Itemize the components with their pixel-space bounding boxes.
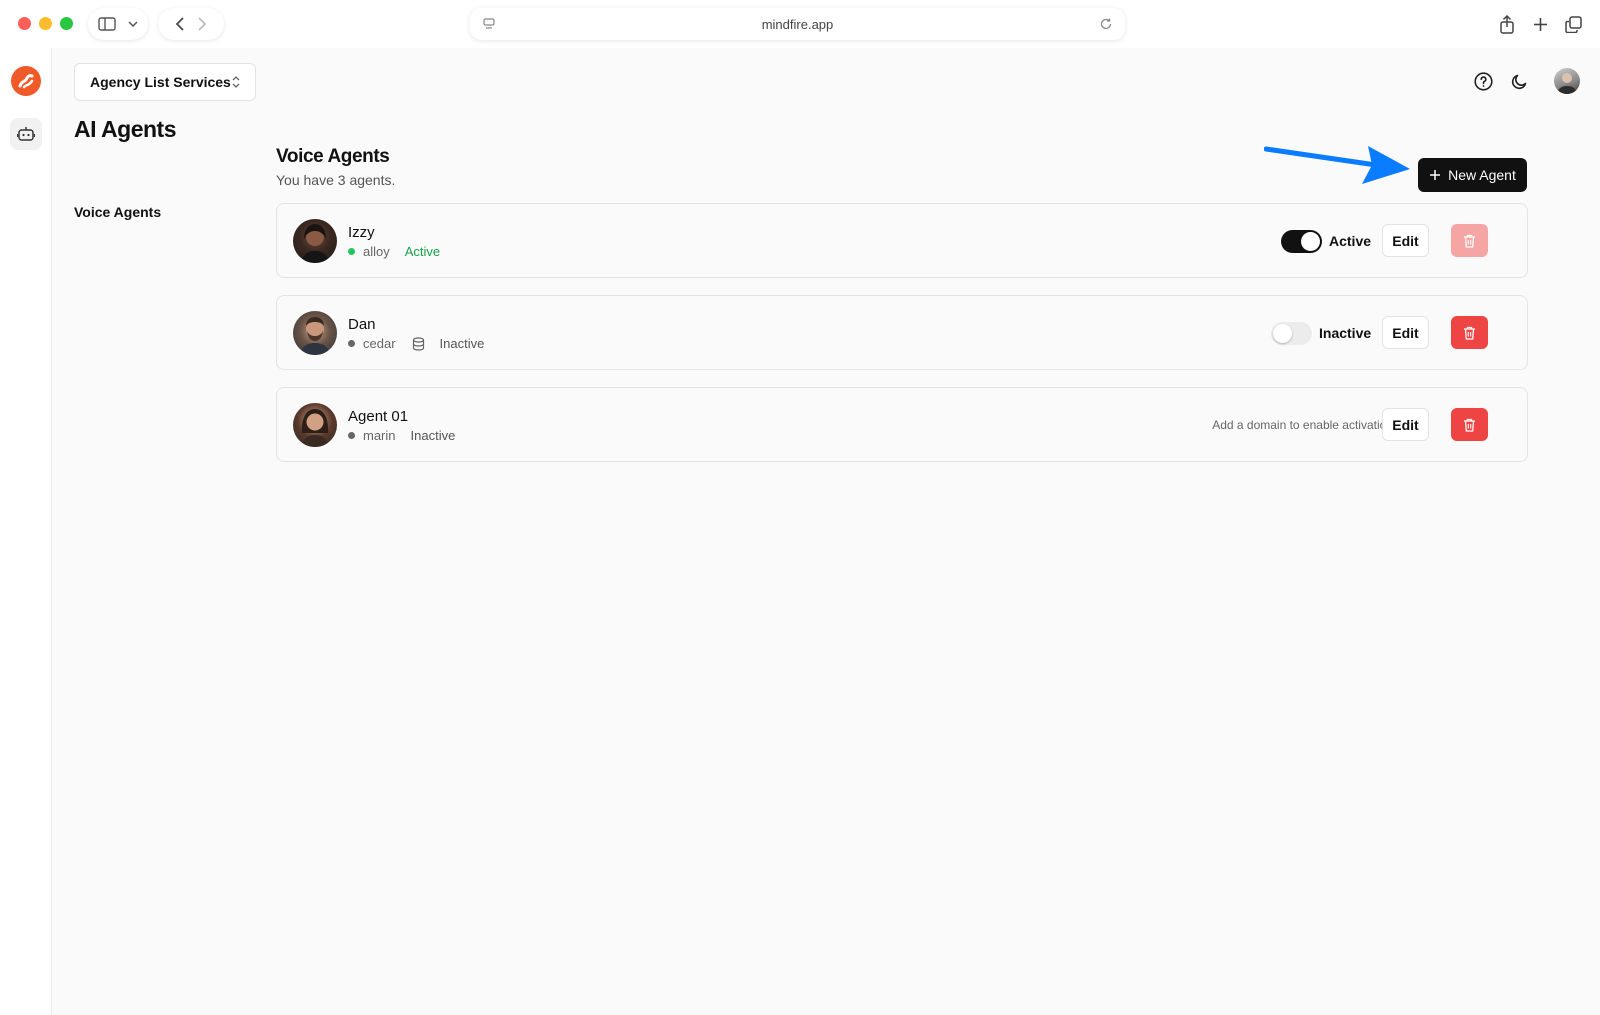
trash-icon [1464,326,1475,340]
back-icon[interactable] [175,16,185,32]
edit-agent-button[interactable]: Edit [1382,408,1429,441]
agent-status: Inactive [439,336,485,351]
voice-status-dot [348,432,355,439]
agent-card: Izzy alloy Active Active Edit [276,203,1528,278]
theme-toggle-button[interactable] [1508,70,1530,92]
tab-overview-button[interactable] [1563,14,1583,34]
agent-photo [300,317,330,355]
annotation-arrow [1264,146,1410,184]
chevron-down-icon [128,21,138,27]
mindfire-logo[interactable] [11,66,41,96]
side-nav-voice-agents[interactable]: Voice Agents [74,204,161,220]
agent-name: Izzy [348,224,375,241]
agent-voice: cedar [363,336,396,351]
help-button[interactable] [1472,70,1494,92]
new-agent-button[interactable]: New Agent [1418,158,1527,192]
browser-toolbar: mindfire.app [0,0,1600,48]
section-title: Voice Agents [276,146,390,167]
new-tab-button[interactable] [1530,14,1550,34]
agent-avatar [293,311,337,355]
share-button[interactable] [1497,14,1517,34]
database-icon [412,336,425,351]
voice-status-dot [348,248,355,255]
agent-meta: cedar Inactive [348,336,484,351]
agent-active-toggle[interactable] [1281,230,1322,253]
agent-meta: alloy Active [348,244,440,259]
tabs-icon [1564,15,1582,33]
sidebar-toggle-button[interactable] [88,8,148,40]
help-icon [1473,71,1493,91]
share-icon [1500,14,1514,34]
forward-icon[interactable] [197,16,207,32]
app-rail [0,48,52,1015]
edit-agent-button[interactable]: Edit [1382,316,1429,349]
edit-agent-button[interactable]: Edit [1382,224,1429,257]
zoom-window-button[interactable] [60,17,73,30]
trash-icon [1464,418,1475,432]
new-agent-label: New Agent [1448,167,1516,183]
agent-voice: alloy [363,244,390,259]
user-photo [1557,73,1577,94]
activation-hint: Add a domain to enable activation [1212,418,1393,432]
reload-icon[interactable] [1099,17,1113,31]
delete-agent-button[interactable] [1451,224,1488,257]
history-navigation [158,8,224,40]
logo-icon [18,74,34,89]
workspace-selector[interactable]: Agency List Services [74,63,256,101]
agent-status: Active [404,244,441,259]
agent-active-toggle[interactable] [1271,322,1312,345]
trash-icon [1464,234,1475,248]
agent-avatar [293,219,337,263]
agent-name: Agent 01 [348,408,409,425]
agent-avatar [293,403,337,447]
close-window-button[interactable] [18,17,31,30]
toggle-label: Active [1329,233,1372,249]
agent-name: Dan [348,316,376,333]
sidebar-toggle-icon [98,17,116,31]
toggle-knob [1301,232,1320,251]
agents-nav-button[interactable] [10,118,42,150]
agent-photo [301,409,329,447]
minimize-window-button[interactable] [39,17,52,30]
workspace-selector-label: Agency List Services [90,74,231,90]
delete-agent-button[interactable] [1451,316,1488,349]
agent-status: Inactive [410,428,456,443]
main-content: Agency List Services AI Agents Voice Age… [52,48,1600,1015]
plus-icon [1430,170,1441,180]
user-avatar[interactable] [1554,68,1580,94]
url-text: mindfire.app [761,17,834,32]
agent-photo [301,224,329,263]
moon-icon [1511,74,1526,89]
agent-meta: marin Inactive [348,428,455,443]
agent-voice: marin [363,428,396,443]
chevron-up-down-icon [232,76,240,88]
page-title: AI Agents [74,116,177,142]
delete-agent-button[interactable] [1451,408,1488,441]
address-bar[interactable]: mindfire.app [470,8,1125,40]
agent-card: Dan cedar Inactive Inactive Edit [276,295,1528,370]
toggle-knob [1273,324,1292,343]
voice-status-dot [348,340,355,347]
toggle-label: Inactive [1319,325,1372,341]
section-subtitle: You have 3 agents. [276,172,396,188]
new-tab-icon [1533,17,1547,31]
agent-card: Agent 01 marin Inactive Add a domain to … [276,387,1528,462]
chat-bot-icon [17,126,35,141]
